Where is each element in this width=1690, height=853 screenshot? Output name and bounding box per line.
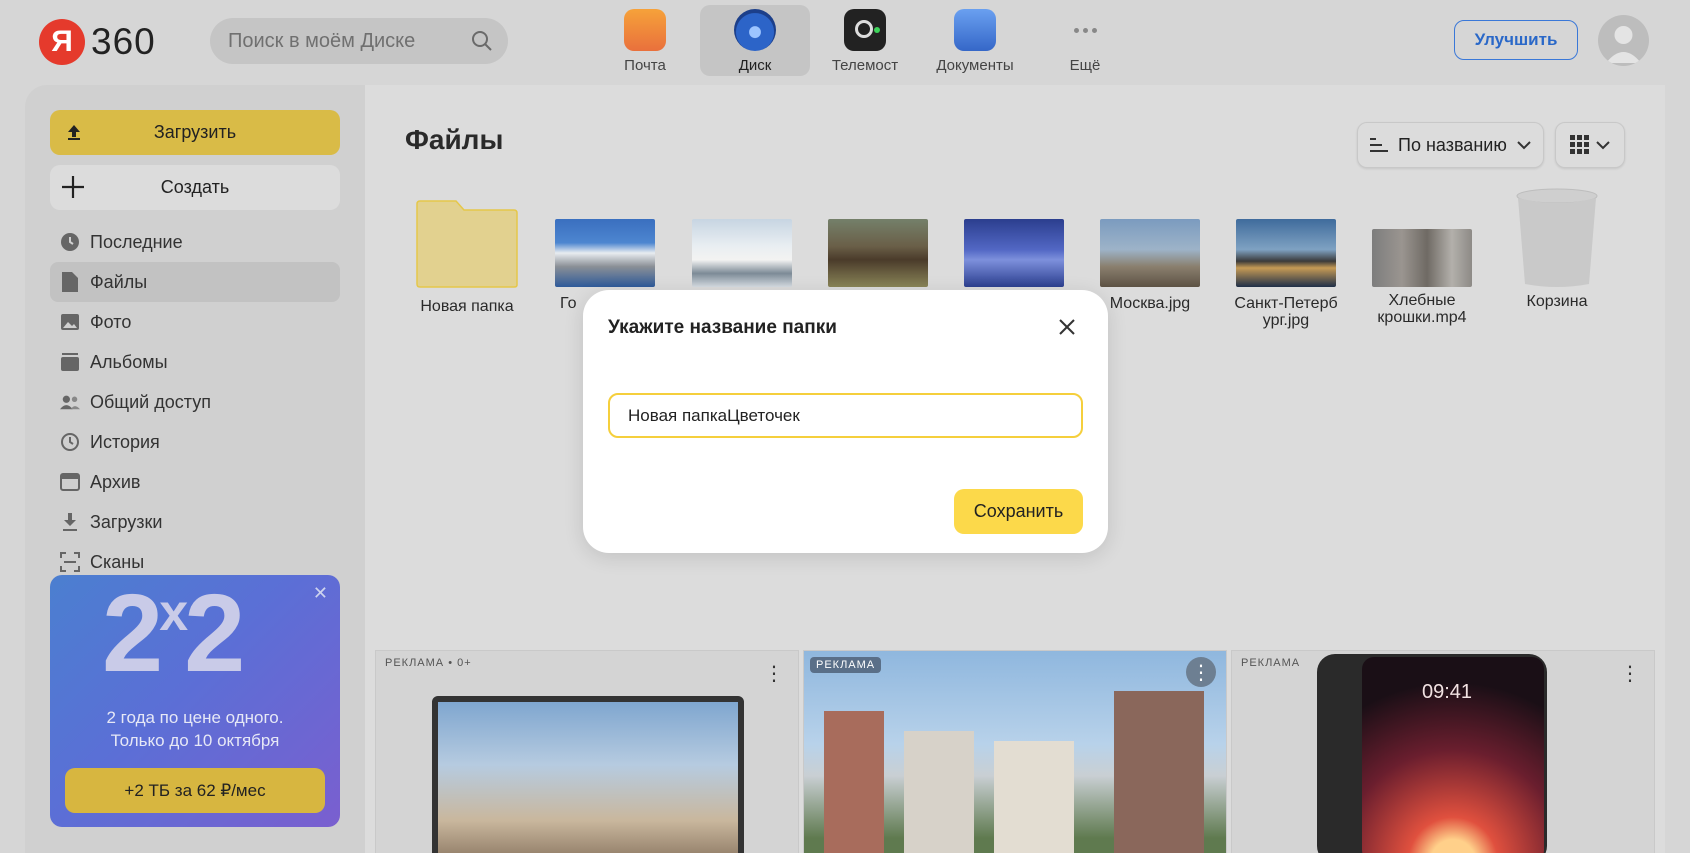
dialog-title: Укажите название папки [608, 317, 837, 338]
folder-name-input[interactable] [608, 393, 1083, 438]
save-button[interactable]: Сохранить [954, 489, 1083, 534]
close-icon[interactable] [1058, 318, 1076, 336]
create-folder-dialog: Укажите название папки Сохранить [583, 290, 1108, 553]
